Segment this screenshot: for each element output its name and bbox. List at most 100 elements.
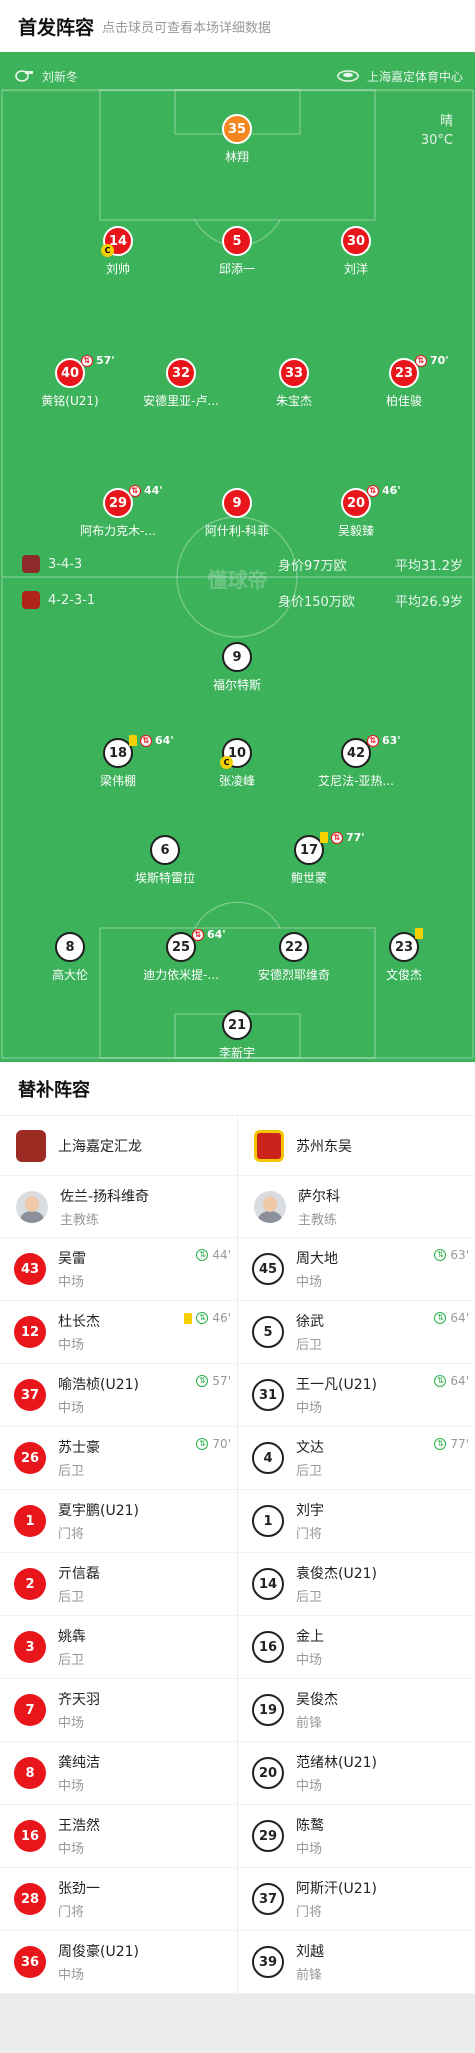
home-player[interactable]: 35 林翔 xyxy=(177,114,297,165)
jersey-number: 22 xyxy=(279,932,309,962)
jersey-number: 36 xyxy=(14,1946,46,1978)
player-position: 后卫 xyxy=(58,1464,85,1479)
substitute-row[interactable]: 36 周俊豪(U21) 中场 xyxy=(0,1931,237,1994)
event-badges: ⇅ 57' xyxy=(196,1374,231,1388)
substitute-row[interactable]: 7 齐天羽 中场 xyxy=(0,1679,237,1742)
substitute-row[interactable]: 16 王浩然 中场 xyxy=(0,1805,237,1868)
jersey-number: 5 xyxy=(222,226,252,256)
jersey-number: 1 xyxy=(14,1505,46,1537)
away-team-name: 苏州东吴 xyxy=(296,1138,352,1155)
away-player[interactable]: 8 高大伦 xyxy=(10,932,130,983)
substitution-in-icon: ⇅ xyxy=(196,1312,209,1324)
away-player[interactable]: 18 ⇅ 64' 梁伟棚 xyxy=(58,734,178,789)
away-player[interactable]: 42 ⇅ 63' 艾尼法-亚热... xyxy=(296,734,416,789)
substitute-row[interactable]: 39 刘越 前锋 xyxy=(238,1931,475,1994)
away-player[interactable]: 23 文俊杰 xyxy=(344,928,464,983)
substitute-row[interactable]: 19 吴俊杰 前锋 xyxy=(238,1679,475,1742)
player-name: 高大伦 xyxy=(51,968,88,982)
substitution-minute: 63' xyxy=(450,1248,469,1262)
player-position: 后卫 xyxy=(58,1590,85,1605)
substitution-in-icon: ⇅ xyxy=(196,1438,209,1450)
home-player[interactable]: 33 朱宝杰 xyxy=(234,358,354,409)
whistle-icon xyxy=(14,68,34,85)
away-coach-name: 萨尔科 xyxy=(298,1188,340,1205)
substitute-row[interactable]: 20 范绪林(U21) 中场 xyxy=(238,1742,475,1805)
away-coach[interactable]: 萨尔科 主教练 xyxy=(238,1176,475,1238)
home-player[interactable]: 20 ⇅ 46' 吴毅臻 xyxy=(296,484,416,539)
event-badges: ⇅ 46' xyxy=(367,484,401,497)
substitute-row[interactable]: 16 金上 中场 xyxy=(238,1616,475,1679)
player-name: 吴俊杰 xyxy=(296,1692,338,1708)
home-player[interactable]: 9 阿什利-科菲 xyxy=(177,488,297,539)
player-position: 中场 xyxy=(58,1968,85,1983)
player-name: 刘帅 xyxy=(105,262,130,276)
home-team[interactable]: 上海嘉定汇龙 xyxy=(0,1116,237,1176)
substitute-row[interactable]: 12 杜长杰 中场 ⇅ 46' xyxy=(0,1301,237,1364)
home-coach[interactable]: 佐兰-扬科维奇 主教练 xyxy=(0,1176,237,1238)
away-team[interactable]: 苏州东吴 xyxy=(238,1116,475,1176)
jersey-number: 1 xyxy=(252,1505,284,1537)
player-name: 安德烈耶维奇 xyxy=(257,968,330,982)
home-coach-role: 主教练 xyxy=(60,1212,100,1228)
home-player[interactable]: 32 安德里亚-卢... xyxy=(121,358,241,409)
substitute-row[interactable]: 14 袁俊杰(U21) 后卫 xyxy=(238,1553,475,1616)
substitute-row[interactable]: 3 姚犇 后卫 xyxy=(0,1616,237,1679)
player-name: 亓信磊 xyxy=(58,1566,100,1582)
away-player[interactable]: 21 李新宇 xyxy=(177,1010,297,1061)
home-player[interactable]: 40 ⇅ 57' 黄铭(U21) xyxy=(10,354,130,409)
substitute-row[interactable]: 37 喻浩桢(U21) 中场 ⇅ 57' xyxy=(0,1364,237,1427)
substitute-row[interactable]: 29 陈鹜 中场 xyxy=(238,1805,475,1868)
player-name: 林翔 xyxy=(224,150,249,164)
event-badges xyxy=(415,928,423,939)
substitute-row[interactable]: 37 阿斯汗(U21) 门将 xyxy=(238,1868,475,1931)
away-player[interactable]: 10 C 张凌峰 xyxy=(177,738,297,789)
captain-badge: C xyxy=(101,244,114,257)
jersey-number: 29 ⇅ 44' xyxy=(103,484,163,518)
away-team-summary: 4-2-3-1 身价150万欧 平均26.9岁 xyxy=(22,589,463,611)
jersey-number: 23 ⇅ 70' xyxy=(389,354,449,388)
coach-avatar xyxy=(254,1190,286,1223)
yellow-card-icon xyxy=(184,1312,193,1324)
substitution-minute: 64' xyxy=(155,734,174,747)
substitution-out-icon: ⇅ xyxy=(192,928,204,941)
weather-text: 晴 xyxy=(439,114,453,129)
substitute-row[interactable]: 5 徐武 后卫 ⇅ 64' xyxy=(238,1301,475,1364)
substitution-out-icon: ⇅ xyxy=(367,484,379,497)
substitution-minute: 77' xyxy=(346,831,365,844)
home-player[interactable]: 5 邱添一 xyxy=(177,226,297,277)
substitution-out-icon: ⇅ xyxy=(367,734,379,747)
substitute-row[interactable]: 1 刘宇 门将 xyxy=(238,1490,475,1553)
event-badges: ⇅ 44' xyxy=(196,1248,231,1262)
home-player[interactable]: 14 C 刘帅 xyxy=(58,226,178,277)
player-position: 后卫 xyxy=(296,1338,323,1353)
substitution-minute: 57' xyxy=(212,1374,231,1388)
home-player[interactable]: 29 ⇅ 44' 阿布力克木-... xyxy=(58,484,178,539)
substitute-row[interactable]: 26 苏士豪 后卫 ⇅ 70' xyxy=(0,1427,237,1490)
substitution-in-icon: ⇅ xyxy=(196,1249,209,1261)
substitute-row[interactable]: 4 文达 后卫 ⇅ 77' xyxy=(238,1427,475,1490)
substitute-row[interactable]: 8 龚纯洁 中场 xyxy=(0,1742,237,1805)
substitute-row[interactable]: 1 夏宇鹏(U21) 门将 xyxy=(0,1490,237,1553)
substitute-row[interactable]: 43 吴雷 中场 ⇅ 44' xyxy=(0,1238,237,1301)
jersey-number: 16 xyxy=(252,1631,284,1663)
substitution-minute: 64' xyxy=(207,928,226,941)
away-player[interactable]: 22 安德烈耶维奇 xyxy=(234,932,354,983)
substitute-row[interactable]: 45 周大地 中场 ⇅ 63' xyxy=(238,1238,475,1301)
home-player[interactable]: 23 ⇅ 70' 柏佳骏 xyxy=(344,354,464,409)
player-name: 艾尼法-亚热... xyxy=(318,774,394,788)
jersey-number: 26 xyxy=(14,1442,46,1474)
jersey-number: 4 xyxy=(252,1442,284,1474)
jersey-number: 40 ⇅ 57' xyxy=(55,354,115,388)
substitute-row[interactable]: 28 张劲一 门将 xyxy=(0,1868,237,1931)
substitute-row[interactable]: 31 王一凡(U21) 中场 ⇅ 64' xyxy=(238,1364,475,1427)
home-team-crest-icon xyxy=(16,1129,46,1162)
home-player[interactable]: 30 刘洋 xyxy=(296,226,416,277)
away-player[interactable]: 9 福尔特斯 xyxy=(177,642,297,693)
away-player[interactable]: 6 埃斯特雷拉 xyxy=(105,835,225,886)
substitute-row[interactable]: 2 亓信磊 后卫 xyxy=(0,1553,237,1616)
jersey-number: 32 xyxy=(166,358,196,388)
away-player[interactable]: 17 ⇅ 77' 鲍世蒙 xyxy=(249,831,369,886)
away-player[interactable]: 25 ⇅ 64' 迪力依米提-... xyxy=(121,928,241,983)
jersey-number: 31 xyxy=(252,1379,284,1411)
player-name: 周俊豪(U21) xyxy=(58,1944,139,1960)
